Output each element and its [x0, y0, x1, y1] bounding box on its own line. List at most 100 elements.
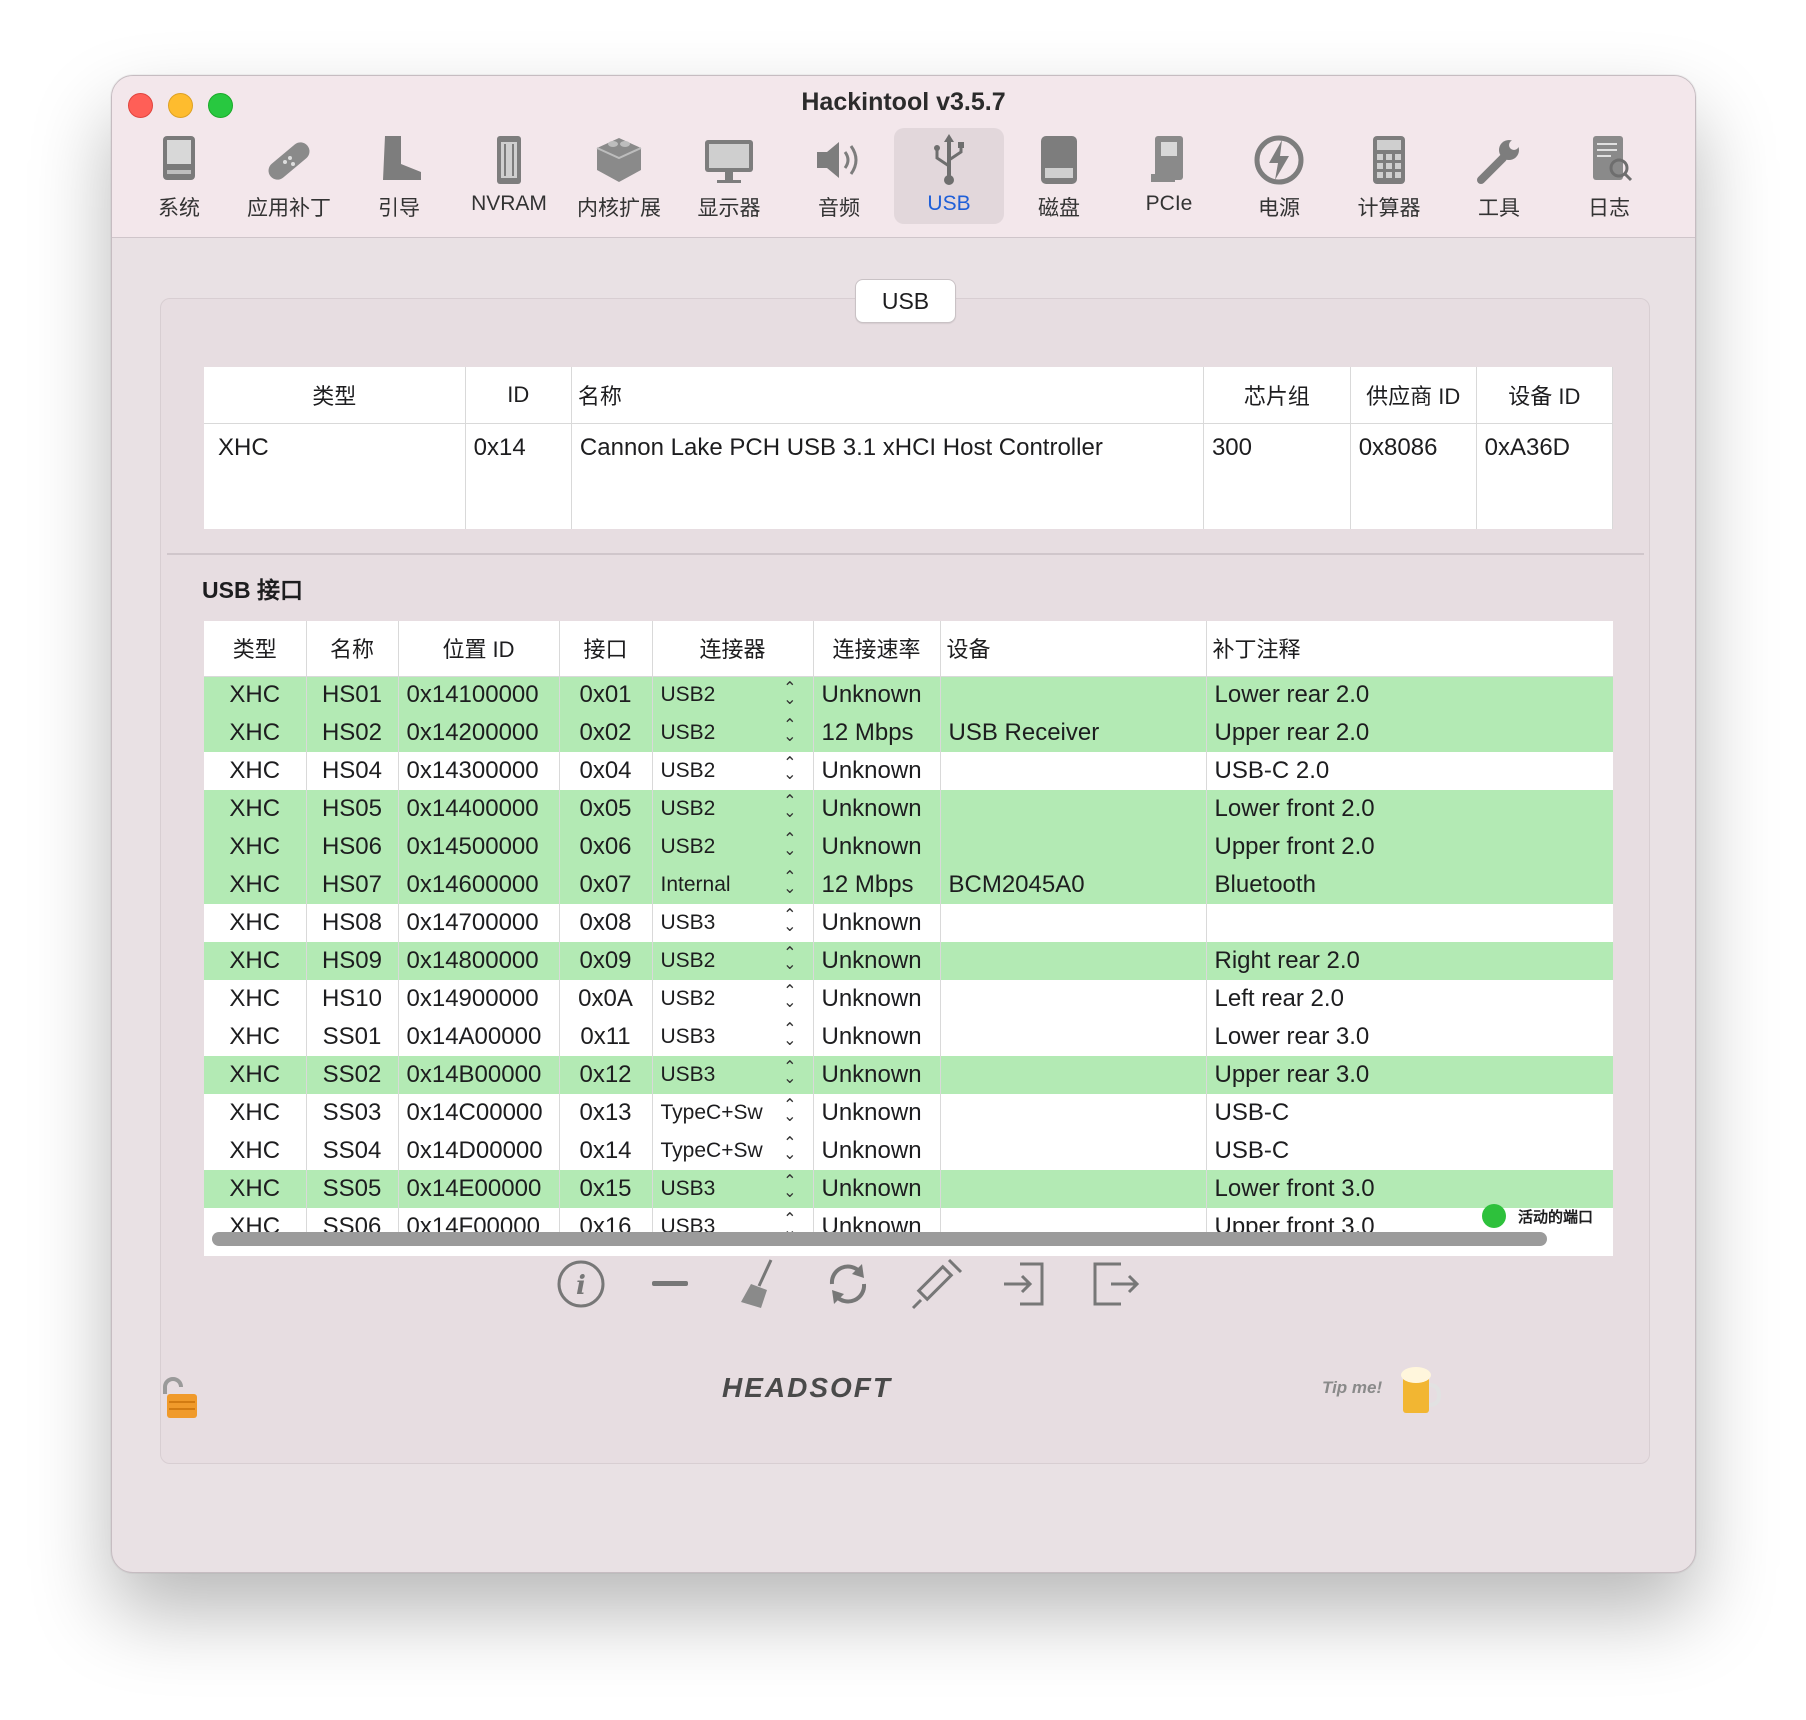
horizontal-scrollbar[interactable] — [212, 1232, 1547, 1246]
port-row[interactable]: XHC HS08 0x14700000 0x08 USB3 ⌃ ⌄ Unknown — [204, 904, 1613, 942]
port-row[interactable]: XHC HS01 0x14100000 0x01 USB2 ⌃ ⌄ Unknown Lower … — [204, 676, 1613, 714]
port-comment[interactable]: Left rear 2.0 — [1206, 980, 1613, 1018]
tab-boot[interactable]: 引导 — [344, 128, 454, 224]
tab-patch[interactable]: 应用补丁 — [234, 128, 344, 224]
info-icon[interactable]: i — [553, 1256, 609, 1312]
port-col-speed[interactable]: 连接速率 — [813, 621, 941, 677]
import-icon[interactable] — [998, 1256, 1054, 1312]
port-comment[interactable]: Upper rear 2.0 — [1206, 714, 1613, 752]
chevron-updown-icon[interactable]: ⌃ ⌄ — [783, 870, 796, 897]
port-col-location[interactable]: 位置 ID — [398, 621, 560, 677]
port-comment[interactable] — [1206, 904, 1613, 942]
beer-icon[interactable] — [1397, 1361, 1441, 1417]
col-vendor-id[interactable]: 供应商 ID — [1350, 367, 1477, 424]
port-comment[interactable]: Upper rear 3.0 — [1206, 1056, 1613, 1094]
port-connector[interactable]: USB2 ⌃ ⌄ — [652, 942, 814, 980]
port-row[interactable]: XHC HS04 0x14300000 0x04 USB2 ⌃ ⌄ Unknown USB-C … — [204, 752, 1613, 790]
port-connector[interactable]: USB2 ⌃ ⌄ — [652, 714, 814, 752]
chevron-updown-icon[interactable]: ⌃ ⌄ — [783, 756, 796, 783]
chevron-updown-icon[interactable]: ⌃ ⌄ — [783, 1022, 796, 1049]
chevron-updown-icon[interactable]: ⌃ ⌄ — [783, 984, 796, 1011]
port-row[interactable]: XHC SS02 0x14B00000 0x12 USB3 ⌃ ⌄ Unknown Upper … — [204, 1056, 1613, 1094]
syringe-icon[interactable] — [909, 1256, 965, 1312]
tab-audio[interactable]: 音频 — [784, 128, 894, 224]
port-row[interactable]: XHC HS02 0x14200000 0x02 USB2 ⌃ ⌄ 12 Mbps USB Re… — [204, 714, 1613, 752]
port-comment[interactable]: Lower rear 3.0 — [1206, 1018, 1613, 1056]
port-comment[interactable]: Right rear 2.0 — [1206, 942, 1613, 980]
port-row[interactable]: XHC HS10 0x14900000 0x0A USB2 ⌃ ⌄ Unknown Left r… — [204, 980, 1613, 1018]
port-row[interactable]: XHC HS07 0x14600000 0x07 Internal ⌃ ⌄ 12 Mbps BC… — [204, 866, 1613, 904]
tip-label[interactable]: Tip me! — [1322, 1378, 1382, 1398]
port-col-comment[interactable]: 补丁注释 — [1206, 621, 1613, 677]
col-device-id[interactable]: 设备 ID — [1476, 367, 1614, 424]
tab-usb[interactable]: USB — [894, 128, 1004, 224]
tab-calculator[interactable]: 计算器 — [1334, 128, 1444, 224]
controller-row[interactable]: XHC 0x14 Cannon Lake PCH USB 3.1 xHCI Ho… — [204, 423, 1614, 529]
port-col-connector[interactable]: 连接器 — [652, 621, 814, 677]
minus-icon[interactable] — [642, 1256, 698, 1312]
export-icon[interactable] — [1087, 1256, 1143, 1312]
lock-icon[interactable] — [157, 1376, 201, 1422]
port-connector[interactable]: USB2 ⌃ ⌄ — [652, 676, 814, 714]
broom-icon[interactable] — [731, 1256, 787, 1312]
port-connector[interactable]: USB2 ⌃ ⌄ — [652, 752, 814, 790]
port-connector[interactable]: TypeC+Sw ⌃ ⌄ — [652, 1132, 814, 1170]
port-row[interactable]: XHC HS05 0x14400000 0x05 USB2 ⌃ ⌄ Unknown Lower … — [204, 790, 1613, 828]
port-device: USB Receiver — [940, 714, 1207, 752]
chevron-updown-icon[interactable]: ⌃ ⌄ — [783, 718, 796, 745]
chevron-updown-icon[interactable]: ⌃ ⌄ — [783, 1174, 796, 1201]
chevron-updown-icon[interactable]: ⌃ ⌄ — [783, 832, 796, 859]
refresh-icon[interactable] — [820, 1256, 876, 1312]
port-connector[interactable]: USB3 ⌃ ⌄ — [652, 1170, 814, 1208]
chevron-updown-icon[interactable]: ⌃ ⌄ — [783, 680, 796, 707]
tab-log[interactable]: 日志 — [1554, 128, 1664, 224]
chevron-updown-icon[interactable]: ⌃ ⌄ — [783, 908, 796, 935]
port-connector[interactable]: Internal ⌃ ⌄ — [652, 866, 814, 904]
tab-display[interactable]: 显示器 — [674, 128, 784, 224]
port-row[interactable]: XHC SS05 0x14E00000 0x15 USB3 ⌃ ⌄ Unknown Lower … — [204, 1170, 1613, 1208]
port-comment[interactable]: USB-C 2.0 — [1206, 752, 1613, 790]
port-connector[interactable]: USB3 ⌃ ⌄ — [652, 904, 814, 942]
port-connector[interactable]: USB3 ⌃ ⌄ — [652, 1056, 814, 1094]
port-col-name[interactable]: 名称 — [306, 621, 399, 677]
port-row[interactable]: XHC SS03 0x14C00000 0x13 TypeC+Sw ⌃ ⌄ Unknown US… — [204, 1094, 1613, 1132]
port-connector[interactable]: USB2 ⌃ ⌄ — [652, 980, 814, 1018]
port-connector[interactable]: USB2 ⌃ ⌄ — [652, 828, 814, 866]
usb-ports-table-container[interactable]: 类型 名称 位置 ID 接口 连接器 连接速率 设备 补丁注释 XHC HS01 0… — [204, 621, 1613, 1256]
port-comment[interactable]: USB-C — [1206, 1094, 1613, 1132]
headsoft-logo[interactable]: HEADSOFT — [697, 1372, 917, 1404]
port-connector[interactable]: TypeC+Sw ⌃ ⌄ — [652, 1094, 814, 1132]
tab-tools[interactable]: 工具 — [1444, 128, 1554, 224]
panel-tab-usb[interactable]: USB — [855, 279, 956, 323]
port-connector[interactable]: USB2 ⌃ ⌄ — [652, 790, 814, 828]
port-comment[interactable]: Lower front 3.0 — [1206, 1170, 1613, 1208]
tab-power[interactable]: 电源 — [1224, 128, 1334, 224]
port-col-device[interactable]: 设备 — [940, 621, 1207, 677]
port-row[interactable]: XHC HS09 0x14800000 0x09 USB2 ⌃ ⌄ Unknown Right … — [204, 942, 1613, 980]
tab-nvram[interactable]: NVRAM — [454, 128, 564, 224]
port-comment[interactable]: Bluetooth — [1206, 866, 1613, 904]
chevron-updown-icon[interactable]: ⌃ ⌄ — [783, 794, 796, 821]
tab-disk[interactable]: 磁盘 — [1004, 128, 1114, 224]
chevron-updown-icon[interactable]: ⌃ ⌄ — [783, 1136, 796, 1163]
port-row[interactable]: XHC HS06 0x14500000 0x06 USB2 ⌃ ⌄ Unknown Upper … — [204, 828, 1613, 866]
col-id[interactable]: ID — [465, 367, 572, 424]
chevron-updown-icon[interactable]: ⌃ ⌄ — [783, 1098, 796, 1125]
port-comment[interactable]: Upper front 2.0 — [1206, 828, 1613, 866]
col-type[interactable]: 类型 — [204, 367, 466, 424]
col-name[interactable]: 名称 — [571, 367, 1204, 424]
port-comment[interactable]: Lower rear 2.0 — [1206, 676, 1613, 714]
col-chipset[interactable]: 芯片组 — [1203, 367, 1351, 424]
tab-pcie[interactable]: PCIe — [1114, 128, 1224, 224]
port-row[interactable]: XHC SS04 0x14D00000 0x14 TypeC+Sw ⌃ ⌄ Unknown US… — [204, 1132, 1613, 1170]
tab-kext[interactable]: 内核扩展 — [564, 128, 674, 224]
port-comment[interactable]: USB-C — [1206, 1132, 1613, 1170]
chevron-updown-icon[interactable]: ⌃ ⌄ — [783, 1060, 796, 1087]
tab-system[interactable]: 系统 — [124, 128, 234, 224]
port-col-port[interactable]: 接口 — [559, 621, 653, 677]
port-col-type[interactable]: 类型 — [204, 621, 307, 677]
port-row[interactable]: XHC SS01 0x14A00000 0x11 USB3 ⌃ ⌄ Unknown Lower … — [204, 1018, 1613, 1056]
chevron-updown-icon[interactable]: ⌃ ⌄ — [783, 946, 796, 973]
port-connector[interactable]: USB3 ⌃ ⌄ — [652, 1018, 814, 1056]
port-comment[interactable]: Lower front 2.0 — [1206, 790, 1613, 828]
